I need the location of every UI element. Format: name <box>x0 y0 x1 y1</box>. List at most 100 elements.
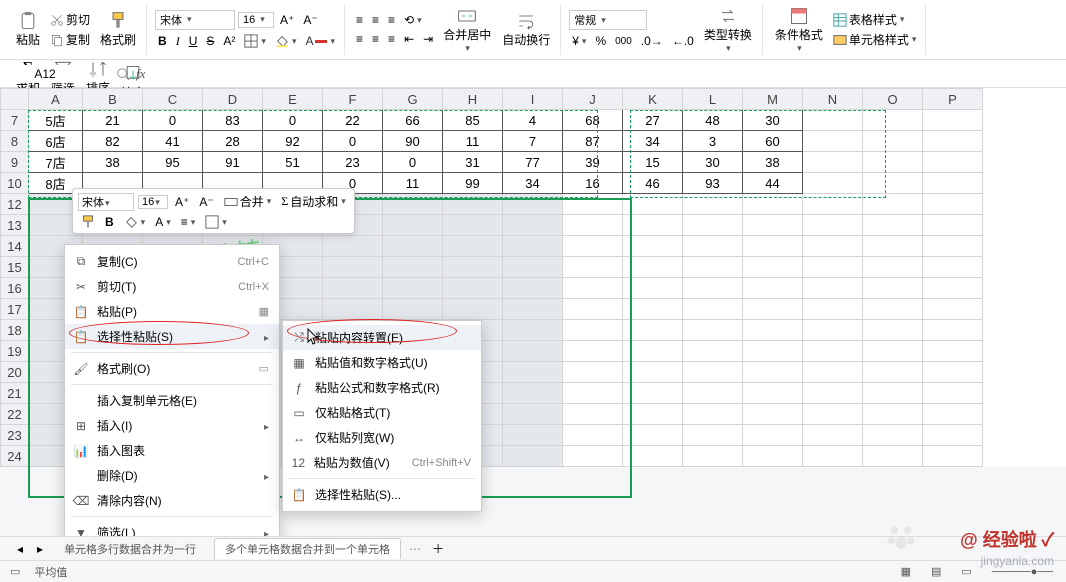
row-header[interactable]: 14 <box>1 236 29 257</box>
cell[interactable] <box>863 320 923 341</box>
ctx-insert[interactable]: ⊞插入(I) <box>65 413 279 438</box>
cell[interactable] <box>923 383 983 404</box>
cell[interactable] <box>923 257 983 278</box>
cell[interactable] <box>923 152 983 173</box>
cell[interactable] <box>503 446 563 467</box>
number-format-combo[interactable]: 常规 <box>569 10 647 30</box>
cell[interactable] <box>683 299 743 320</box>
cell[interactable] <box>743 320 803 341</box>
col-header-I[interactable]: I <box>503 89 563 110</box>
paste-button[interactable]: 粘贴 <box>12 9 44 50</box>
sheet-tab-2[interactable]: 多个单元格数据合并到一个单元格 <box>214 538 401 559</box>
cell[interactable] <box>743 383 803 404</box>
cell[interactable] <box>743 278 803 299</box>
cell[interactable] <box>803 173 863 194</box>
cell[interactable] <box>803 110 863 131</box>
cell[interactable] <box>803 425 863 446</box>
font-name-combo[interactable]: 宋体 <box>155 10 235 30</box>
cell[interactable]: 3 <box>683 131 743 152</box>
wrap-text-button[interactable]: 自动换行 <box>498 9 554 50</box>
cell[interactable]: 60 <box>743 131 803 152</box>
cell[interactable] <box>623 194 683 215</box>
cell[interactable]: 0 <box>383 152 443 173</box>
sub-transpose[interactable]: ⤭粘贴内容转置(E) <box>283 325 481 350</box>
cell[interactable] <box>683 341 743 362</box>
row-header[interactable]: 13 <box>1 215 29 236</box>
table-style-button[interactable]: 表格样式 <box>830 10 920 29</box>
merge-center-button[interactable]: 合并居中 <box>439 4 495 56</box>
ctx-paste-special[interactable]: 📋选择性粘贴(S) <box>65 324 279 349</box>
row-header[interactable]: 20 <box>1 362 29 383</box>
cell[interactable] <box>863 446 923 467</box>
row-header[interactable]: 17 <box>1 299 29 320</box>
cell[interactable] <box>863 173 923 194</box>
ctx-clear[interactable]: ⌫清除内容(N) <box>65 488 279 513</box>
cell[interactable] <box>923 341 983 362</box>
cell[interactable] <box>863 236 923 257</box>
cell[interactable] <box>563 194 623 215</box>
cell[interactable] <box>443 215 503 236</box>
cell[interactable] <box>683 404 743 425</box>
cell[interactable] <box>623 278 683 299</box>
cell[interactable]: 82 <box>83 131 143 152</box>
col-header-O[interactable]: O <box>863 89 923 110</box>
cell[interactable] <box>563 215 623 236</box>
currency-button[interactable]: ¥ <box>569 33 589 49</box>
cell[interactable] <box>803 446 863 467</box>
align-bottom-button[interactable]: ≡ <box>385 12 398 28</box>
type-convert-button[interactable]: 类型转换 <box>700 4 756 56</box>
cell[interactable]: 0 <box>263 110 323 131</box>
cell[interactable] <box>803 404 863 425</box>
row-header[interactable]: 7 <box>1 110 29 131</box>
mini-fmt-painter[interactable] <box>78 214 98 230</box>
cell[interactable] <box>743 341 803 362</box>
cell[interactable] <box>803 257 863 278</box>
search-icon[interactable] <box>116 67 130 81</box>
mini-dec-font[interactable]: A⁻ <box>196 194 216 210</box>
cell[interactable] <box>863 362 923 383</box>
cell[interactable] <box>743 257 803 278</box>
cell[interactable]: 99 <box>443 173 503 194</box>
cell[interactable] <box>803 236 863 257</box>
ctx-delete[interactable]: 删除(D) <box>65 463 279 488</box>
ctx-insert-copied[interactable]: 插入复制单元格(E) <box>65 388 279 413</box>
col-header-L[interactable]: L <box>683 89 743 110</box>
add-sheet-button[interactable]: ＋ <box>429 539 447 558</box>
cell[interactable] <box>923 299 983 320</box>
cell[interactable] <box>923 236 983 257</box>
cell[interactable] <box>863 341 923 362</box>
border-button[interactable] <box>241 33 269 49</box>
cell[interactable] <box>863 383 923 404</box>
cell[interactable] <box>863 215 923 236</box>
col-header-F[interactable]: F <box>323 89 383 110</box>
cell[interactable] <box>743 299 803 320</box>
name-box[interactable] <box>0 65 90 83</box>
mini-inc-font[interactable]: A⁺ <box>172 194 192 210</box>
cell[interactable] <box>683 320 743 341</box>
cell[interactable]: 48 <box>683 110 743 131</box>
cell[interactable]: 41 <box>143 131 203 152</box>
strike-button[interactable]: S <box>203 33 217 49</box>
cell[interactable] <box>923 110 983 131</box>
cell[interactable]: 46 <box>623 173 683 194</box>
cell[interactable] <box>923 425 983 446</box>
cell[interactable]: 28 <box>203 131 263 152</box>
cell[interactable] <box>323 236 383 257</box>
col-header-N[interactable]: N <box>803 89 863 110</box>
cell[interactable] <box>803 215 863 236</box>
cell-style-button[interactable]: 单元格样式 <box>830 30 920 49</box>
cell[interactable] <box>683 278 743 299</box>
cell[interactable] <box>503 257 563 278</box>
mini-merge-button[interactable]: 合并 <box>221 192 275 211</box>
cell[interactable]: 22 <box>323 110 383 131</box>
cell[interactable] <box>683 194 743 215</box>
cell[interactable] <box>683 362 743 383</box>
cell[interactable] <box>563 341 623 362</box>
col-header-D[interactable]: D <box>203 89 263 110</box>
col-header-E[interactable]: E <box>263 89 323 110</box>
cell[interactable] <box>443 236 503 257</box>
col-header-M[interactable]: M <box>743 89 803 110</box>
cond-format-button[interactable]: 条件格式 <box>771 4 827 56</box>
cell[interactable] <box>563 257 623 278</box>
cell[interactable] <box>503 383 563 404</box>
